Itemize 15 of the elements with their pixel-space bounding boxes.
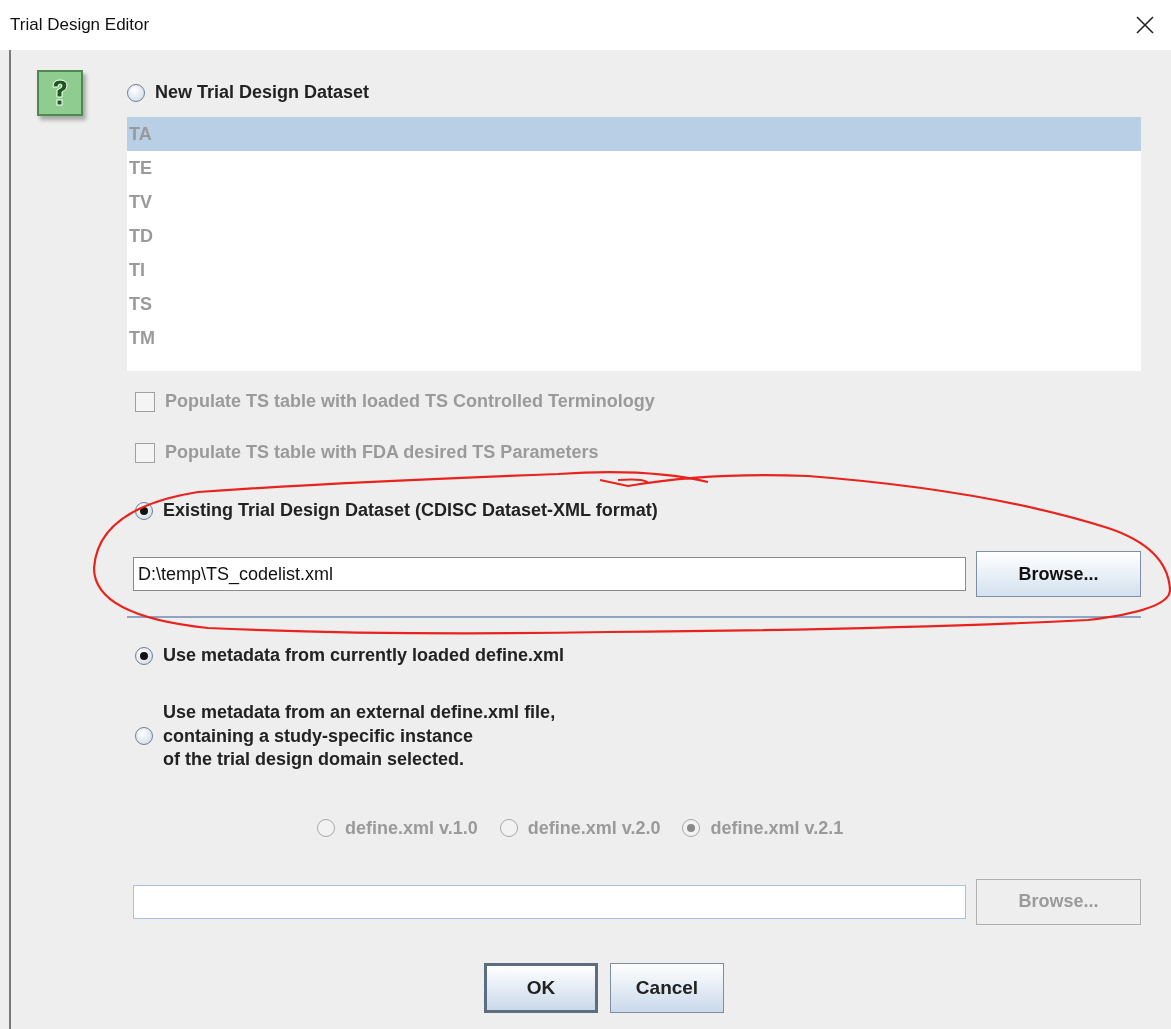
close-icon — [1135, 15, 1155, 35]
define-file-field[interactable] — [133, 884, 966, 919]
path-field[interactable]: D:\temp\TS_codelist.xml — [133, 557, 966, 591]
existing-dataset-radio[interactable]: Existing Trial Design Dataset (CDISC Dataset-XML format) — [135, 500, 1141, 521]
radio-icon[interactable] — [135, 727, 153, 746]
metadata-source-radio[interactable]: Use metadata from currently loaded define.xml — [135, 644, 1141, 668]
window-title: Trial Design Editor — [10, 15, 150, 35]
browse-button[interactable]: Browse... — [976, 551, 1141, 597]
new-dataset-radio[interactable]: New Trial Design Dataset — [127, 82, 1141, 103]
radio-icon[interactable] — [135, 646, 153, 665]
help-icon[interactable] — [37, 70, 83, 116]
dialog-button[interactable]: Cancel — [610, 962, 724, 1013]
radio-icon[interactable] — [127, 83, 145, 102]
metadata-source-radio[interactable]: Use metadata from an external define.xml file, containing a study-specific instance of the trial design domain selected. — [135, 701, 1141, 772]
dialog-button[interactable]: OK — [484, 962, 598, 1013]
